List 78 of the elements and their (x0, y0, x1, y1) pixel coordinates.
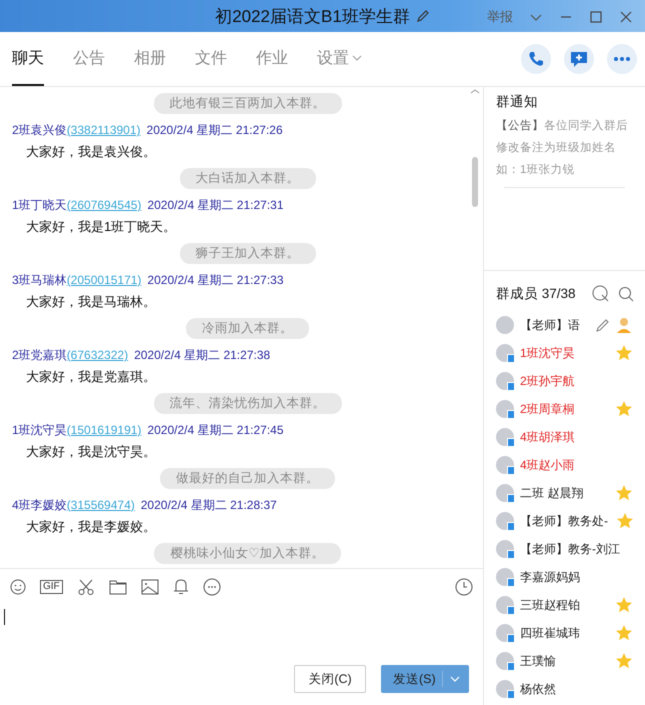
message-time: 2020/2/4 星期二 21:28:37 (140, 498, 277, 512)
sender-name: 1班沈守昊 (12, 423, 67, 437)
member-name[interactable]: 1班沈守昊 (520, 344, 575, 362)
qq-number-link[interactable]: (2607694545) (66, 198, 142, 212)
tab[interactable]: 作业 (256, 32, 317, 86)
join-notice: 此地有银三百两加入本群。 (154, 93, 342, 114)
member-name[interactable]: 【老师】语 (520, 316, 580, 334)
join-notice: 大白话加入本群。 (180, 168, 316, 189)
member-name[interactable]: 2班周章桐 (520, 400, 575, 418)
search-icon[interactable] (618, 286, 634, 302)
more-icon[interactable] (202, 578, 221, 596)
join-notice: 流年、清染忧伤加入本群。 (154, 393, 342, 414)
message-text: 大家好，我是袁兴俊。 (25, 143, 157, 161)
sender-name: 3班马瑞林 (12, 273, 67, 287)
message-time: 2020/2/4 星期二 21:27:38 (134, 348, 270, 362)
member-name[interactable]: 【老师】教务处- (520, 512, 608, 530)
member-name[interactable]: 【老师】教务-刘江 (520, 540, 620, 558)
scissors-icon[interactable] (76, 578, 95, 596)
window-title: 初2022届语文B1班学生群 (215, 6, 410, 28)
message-time: 2020/2/4 星期二 21:27:26 (146, 123, 283, 137)
member-name[interactable]: 杨依然 (520, 680, 556, 698)
qq-number-link[interactable]: (2050015171) (66, 273, 142, 287)
tab[interactable]: 公告 (73, 32, 134, 86)
close-icon[interactable] (619, 10, 633, 24)
members-title: 群成员 37/38 (496, 285, 576, 303)
member-name[interactable]: 王璞愉 (520, 652, 556, 670)
sender-name: 2班袁兴俊 (12, 123, 67, 137)
maximize-icon[interactable] (589, 10, 603, 24)
message-text: 大家好，我是马瑞林。 (25, 293, 157, 311)
more-icon (614, 57, 630, 61)
join-notice: 做最好的自己加入本群。 (160, 468, 335, 489)
sender-name: 4班李媛姣 (12, 498, 67, 512)
chat-plus-icon (569, 49, 589, 69)
join-notice: 狮子王加入本群。 (180, 243, 316, 264)
tab[interactable]: 聊天 (12, 32, 44, 86)
more-button[interactable] (607, 44, 637, 74)
message-time: 2020/2/4 星期二 21:27:45 (147, 423, 284, 437)
tab[interactable]: 文件 (195, 32, 256, 86)
member-name[interactable]: 李嘉源妈妈 (520, 568, 580, 586)
caret-icon (352, 53, 362, 63)
message-time: 2020/2/4 星期二 21:27:33 (147, 273, 284, 287)
image-icon[interactable] (140, 579, 159, 595)
qq-number-link[interactable]: (1501619191) (66, 423, 142, 437)
tab[interactable]: 设置 (317, 32, 391, 86)
qq-number-link[interactable]: (3382113901) (66, 123, 141, 137)
sender-name: 2班党嘉琪 (12, 348, 67, 362)
member-name[interactable]: 三班赵程铂 (520, 596, 580, 614)
member-name[interactable]: 4班赵小雨 (520, 456, 575, 474)
avatar (496, 316, 514, 334)
member-name[interactable]: 2班孙宇航 (520, 372, 575, 390)
smiley-icon[interactable] (10, 579, 26, 595)
folder-icon[interactable] (108, 579, 127, 595)
bell-icon[interactable] (172, 578, 189, 596)
announcement-text[interactable]: 【公告】各位同学入群后修改备注为班级加姓名如：1班张力锐 (496, 115, 633, 181)
history-clock-icon[interactable] (455, 578, 473, 596)
report-link[interactable]: 举报 (487, 8, 513, 26)
message-text: 大家好，我是党嘉琪。 (25, 368, 157, 386)
join-notice: 樱桃味小仙女♡加入本群。 (154, 543, 341, 564)
notice-title: 群通知 (496, 93, 539, 111)
message-text: 大家好，我是李媛姣。 (25, 518, 157, 536)
gif-button[interactable]: GIF (40, 580, 63, 594)
member-name[interactable]: 4班胡泽琪 (520, 428, 575, 446)
close-button[interactable]: 关闭(C) (294, 665, 366, 693)
member-name[interactable]: 四班崔城玮 (520, 624, 580, 642)
phone-button[interactable] (521, 44, 551, 74)
join-notice: 冷雨加入本群。 (186, 318, 309, 339)
tab[interactable]: 相册 (134, 32, 195, 86)
add-chat-button[interactable] (564, 44, 594, 74)
message-text: 大家好，我是1班丁晓天。 (25, 218, 178, 236)
pencil-icon[interactable] (416, 9, 430, 23)
qq-number-link[interactable]: (315569474) (66, 498, 135, 512)
message-time: 2020/2/4 星期二 21:27:31 (147, 198, 284, 212)
member-name[interactable]: 二班 赵晨翔 (520, 484, 584, 502)
pencil-icon[interactable] (595, 317, 611, 333)
sender-name: 1班丁晓天 (12, 198, 67, 212)
qq-number-link[interactable]: (67632322) (66, 348, 128, 362)
message-text: 大家好，我是沈守昊。 (25, 443, 157, 461)
send-button[interactable]: 发送(S) (381, 665, 469, 693)
